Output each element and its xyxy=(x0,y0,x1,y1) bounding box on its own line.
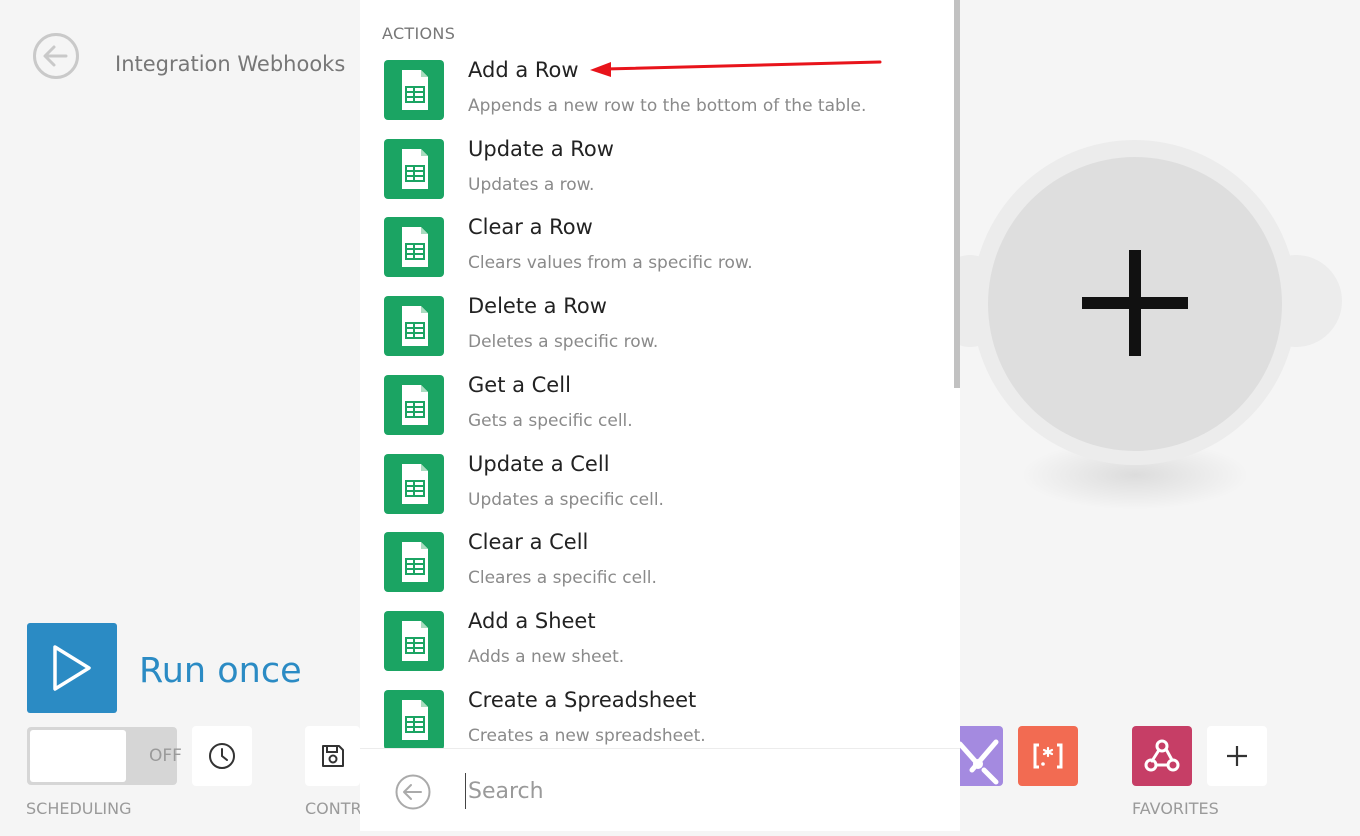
google-sheets-icon xyxy=(384,610,444,671)
toggle-knob xyxy=(30,730,126,782)
google-sheets-icon xyxy=(384,60,444,120)
google-sheets-icon xyxy=(384,217,444,278)
action-item[interactable]: Update a Cell Updates a specific cell. xyxy=(382,452,942,528)
save-button[interactable] xyxy=(305,726,360,786)
favorites-caption: FAVORITES xyxy=(1132,799,1219,818)
action-item[interactable]: Add a Sheet Adds a new sheet. xyxy=(382,609,942,685)
wrench-icon xyxy=(958,739,999,785)
annotation-arrow-line xyxy=(603,60,882,71)
google-sheets-icon xyxy=(384,296,444,357)
action-description: Updates a row. xyxy=(468,174,595,195)
action-description: Gets a specific cell. xyxy=(468,410,633,431)
scenario-title[interactable]: Integration Webhooks xyxy=(115,52,345,76)
scheduling-toggle[interactable]: OFF xyxy=(27,727,182,785)
action-title: Update a Cell xyxy=(468,451,610,476)
plus-icon xyxy=(1227,746,1247,766)
action-description: Adds a new sheet. xyxy=(468,646,625,667)
run-once-label[interactable]: Run once xyxy=(139,651,302,691)
action-title: Get a Cell xyxy=(468,372,571,397)
action-item[interactable]: Update a Row Updates a row. xyxy=(382,137,942,213)
webhook-icon xyxy=(1144,739,1180,772)
schedule-settings-button[interactable] xyxy=(192,726,252,786)
text-parser-favorite-button[interactable] xyxy=(1018,726,1078,786)
action-title: Clear a Cell xyxy=(468,530,589,555)
annotation-arrow xyxy=(590,60,882,77)
action-item[interactable]: Clear a Row Clears values from a specifi… xyxy=(382,215,942,291)
action-description: Updates a specific cell. xyxy=(468,489,664,510)
action-title: Create a Spreadsheet xyxy=(468,687,697,712)
picker-footer xyxy=(360,748,960,831)
google-sheets-icon xyxy=(384,374,444,435)
google-sheets-icon xyxy=(384,453,444,514)
floppy-disk-icon xyxy=(321,745,344,767)
run-once-button[interactable] xyxy=(27,623,117,713)
action-description: Clears values from a specific row. xyxy=(468,253,753,274)
play-icon xyxy=(53,645,91,691)
action-title: Update a Row xyxy=(468,136,614,161)
search-input[interactable] xyxy=(465,773,888,809)
scheduling-caption: SCHEDULING xyxy=(26,799,132,818)
action-description: Creates a new spreadsheet. xyxy=(468,725,706,746)
add-favorite-button[interactable] xyxy=(1207,726,1267,786)
back-arrow-icon[interactable] xyxy=(395,774,431,810)
plus-icon[interactable] xyxy=(1082,250,1188,356)
action-item[interactable]: Delete a Row Deletes a specific row. xyxy=(382,294,942,370)
module-picker-panel: ACTIONS Add a Row Appends a new row to t… xyxy=(360,0,960,831)
action-item[interactable]: Get a Cell Gets a specific cell. xyxy=(382,373,942,449)
tools-favorite-button[interactable] xyxy=(958,726,1003,786)
action-item[interactable]: Clear a Cell Cleares a specific cell. xyxy=(382,530,942,606)
action-description: Deletes a specific row. xyxy=(468,332,659,353)
webhooks-favorite-button[interactable] xyxy=(1132,726,1192,786)
actions-heading: ACTIONS xyxy=(382,24,456,43)
annotation-arrow-head xyxy=(590,62,611,77)
action-description: Appends a new row to the bottom of the t… xyxy=(468,96,867,116)
action-title: Add a Sheet xyxy=(468,608,596,633)
action-title: Delete a Row xyxy=(468,294,607,319)
clock-icon xyxy=(209,743,235,769)
google-sheets-icon xyxy=(384,689,444,750)
toggle-state-label: OFF xyxy=(149,746,182,766)
action-description: Cleares a specific cell. xyxy=(468,568,657,589)
google-sheets-icon xyxy=(384,532,444,593)
action-title: Clear a Row xyxy=(468,215,593,240)
picker-scrollbar[interactable] xyxy=(954,0,960,388)
google-sheets-icon xyxy=(384,138,444,199)
back-arrow-icon[interactable] xyxy=(33,33,79,79)
bracket-asterisk-icon xyxy=(1033,743,1063,769)
action-title: Add a Row xyxy=(468,58,579,82)
controls-caption: CONTR xyxy=(305,799,362,818)
